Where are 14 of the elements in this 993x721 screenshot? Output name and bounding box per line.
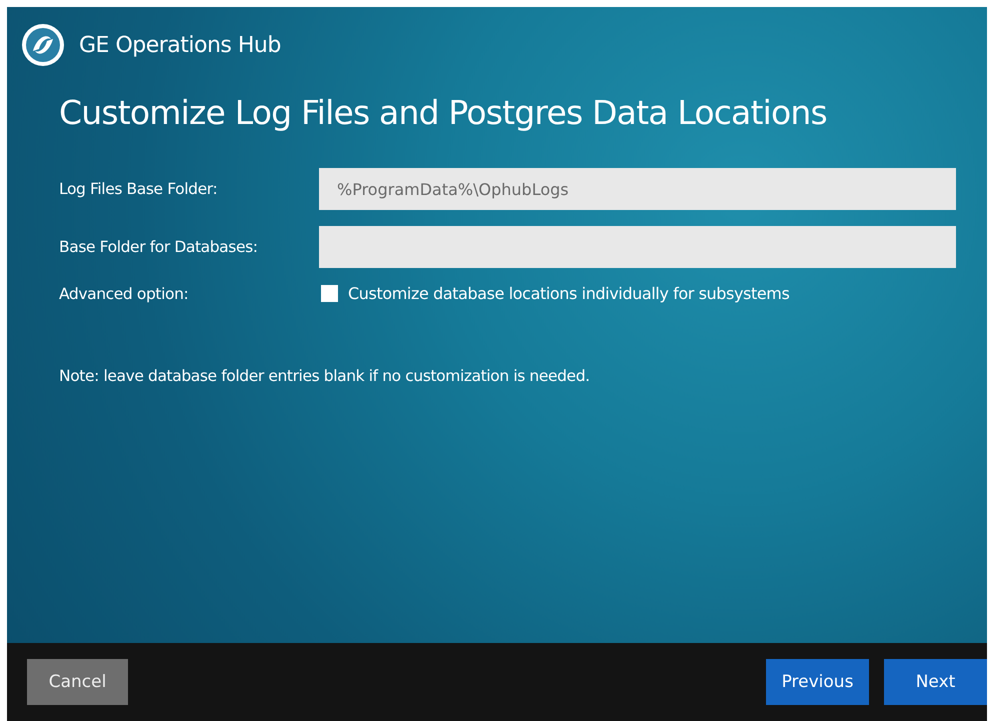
input-field[interactable]: %ProgramData%\OphubLogs <box>319 168 956 210</box>
dialog-button[interactable]: Previous <box>766 659 869 705</box>
field-label: Base Folder for Databases: <box>59 238 259 256</box>
logo-icon <box>21 23 65 67</box>
checkbox-label: Customize database locations individually for subsystems <box>348 284 790 303</box>
option-label: Advanced option: <box>59 284 190 302</box>
input-field[interactable] <box>319 226 956 268</box>
page-title: Customize Log Files and Postgres Data Locations <box>59 93 828 132</box>
note-text: Note: leave database folder entries blank if no customization is needed. <box>59 367 591 385</box>
dialog-button[interactable]: Next <box>884 659 987 705</box>
dialog-button[interactable]: Cancel <box>27 659 128 705</box>
field-label: Log Files Base Folder: <box>59 180 218 198</box>
product-name: GE Operations Hub <box>79 32 281 58</box>
checkbox[interactable] <box>321 285 338 302</box>
